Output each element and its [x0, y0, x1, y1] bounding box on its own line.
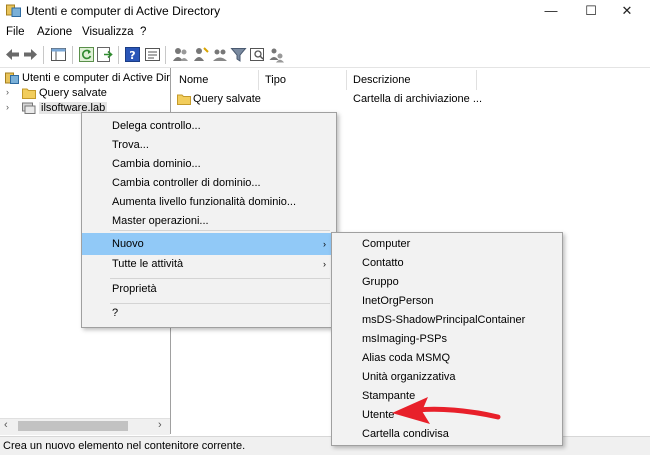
list-item-name[interactable]: Query salvate: [193, 93, 261, 105]
export-list-icon[interactable]: [96, 46, 113, 63]
toolbar-separator: [72, 46, 73, 64]
find-icon[interactable]: [249, 46, 266, 63]
new-user-icon[interactable]: [192, 46, 209, 63]
scroll-left-icon[interactable]: ‹: [4, 419, 8, 431]
menu-help[interactable]: ?: [140, 26, 146, 38]
back-arrow-icon[interactable]: [4, 46, 21, 63]
properties-icon[interactable]: [144, 46, 161, 63]
forward-arrow-icon[interactable]: [22, 46, 39, 63]
menu-file[interactable]: File: [6, 26, 25, 38]
ctx-tutte-label: Tutte le attività: [112, 258, 184, 270]
scrollbar-thumb[interactable]: [18, 421, 128, 431]
toolbar-separator: [43, 46, 44, 64]
users-icon[interactable]: [172, 46, 189, 63]
domain-icon: [22, 102, 36, 114]
folder-icon: [177, 94, 191, 105]
sub-inetorgperson[interactable]: InetOrgPerson: [332, 292, 562, 311]
toolbar-separator: [165, 46, 166, 64]
context-menu: Delega controllo... Trova... Cambia domi…: [81, 112, 337, 328]
status-text: Crea un nuovo elemento nel contenitore c…: [3, 440, 246, 452]
annotation-arrow-icon: [392, 397, 501, 424]
tree-item-query-salvate[interactable]: Query salvate: [39, 87, 107, 99]
sub-computer[interactable]: Computer: [332, 235, 562, 254]
svg-text:?: ?: [129, 49, 135, 62]
ctx-tutte-le-attivita[interactable]: Tutte le attività ›: [82, 253, 334, 275]
add-to-group-icon[interactable]: [268, 46, 285, 63]
sub-gruppo[interactable]: Gruppo: [332, 273, 562, 292]
refresh-icon[interactable]: [78, 46, 95, 63]
toolbar-separator: [118, 46, 119, 64]
sub-msimaging[interactable]: msImaging-PSPs: [332, 330, 562, 349]
sub-contatto[interactable]: Contatto: [332, 254, 562, 273]
new-group-icon[interactable]: [212, 46, 229, 63]
scroll-right-icon[interactable]: ›: [158, 419, 162, 431]
ctx-nuovo[interactable]: Nuovo ›: [82, 233, 334, 255]
folder-icon: [22, 88, 36, 99]
tree-root[interactable]: Utenti e computer di Active Directory: [22, 72, 170, 84]
show-console-tree-icon[interactable]: [50, 46, 67, 63]
menu-azione[interactable]: Azione: [37, 26, 72, 38]
ctx-nuovo-label: Nuovo: [112, 238, 144, 250]
sub-alias-msmq[interactable]: Alias coda MSMQ: [332, 349, 562, 368]
ctx-proprieta[interactable]: Proprietà: [82, 278, 334, 300]
submenu-arrow-icon: ›: [323, 239, 326, 249]
active-directory-root-icon: [5, 72, 19, 84]
ctx-help[interactable]: ?: [82, 302, 334, 324]
sub-unita-organizzativa[interactable]: Unità organizzativa: [332, 368, 562, 387]
expand-chevron-icon[interactable]: ›: [6, 102, 9, 112]
column-header-descrizione[interactable]: Descrizione: [347, 70, 477, 90]
menu-separator: [110, 230, 330, 231]
list-item-description: Cartella di archiviazione ...: [353, 93, 483, 105]
menu-visualizza[interactable]: Visualizza: [82, 26, 134, 38]
active-directory-app-icon: [6, 4, 21, 17]
help-icon[interactable]: ?: [124, 46, 141, 63]
submenu-arrow-icon: ›: [323, 259, 326, 269]
column-header-nome[interactable]: Nome: [173, 70, 259, 90]
column-header-tipo[interactable]: Tipo: [259, 70, 347, 90]
close-button[interactable]: ✕: [604, 0, 650, 22]
expand-chevron-icon[interactable]: ›: [6, 87, 9, 97]
sub-shadow-principal[interactable]: msDS-ShadowPrincipalContainer: [332, 311, 562, 330]
ctx-master-operazioni[interactable]: Master operazioni...: [82, 210, 334, 232]
filter-icon[interactable]: [230, 46, 247, 63]
window-title: Utenti e computer di Active Directory: [26, 4, 221, 18]
